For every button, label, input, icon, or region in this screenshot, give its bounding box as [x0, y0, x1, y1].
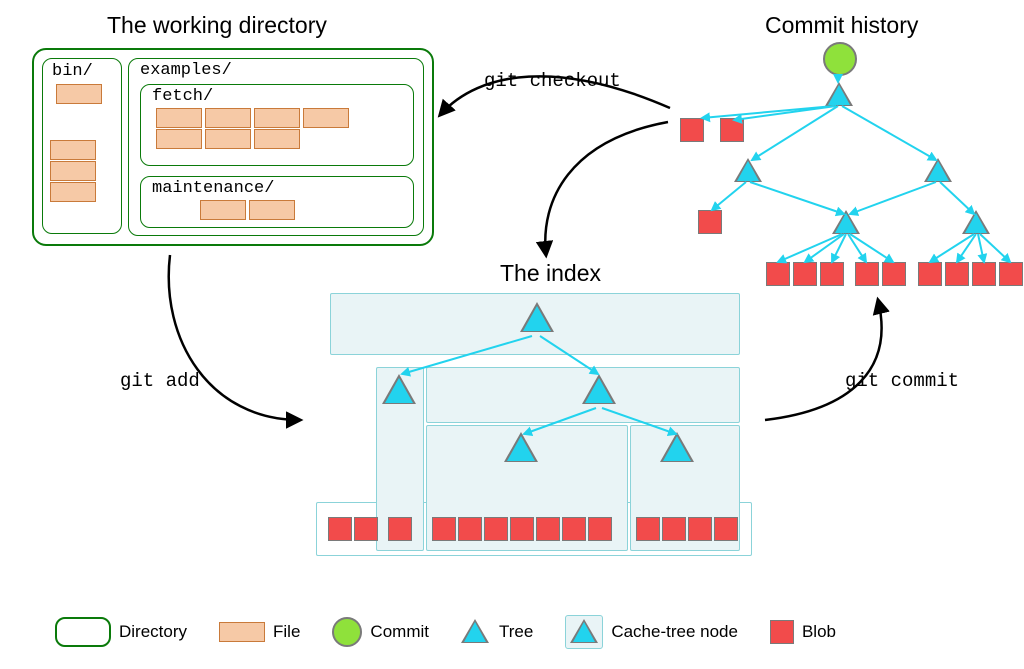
title-index: The index	[500, 260, 601, 287]
blob-icon	[714, 517, 738, 541]
blob-icon	[945, 262, 969, 286]
file-icon	[219, 622, 265, 642]
file-icon	[50, 140, 96, 160]
legend-tree: Tree	[461, 619, 533, 645]
file-icon	[205, 129, 251, 149]
blob-icon	[855, 262, 879, 286]
cache-tree-icon	[565, 615, 603, 649]
label-git-checkout: git checkout	[484, 70, 621, 92]
legend-label: File	[273, 622, 300, 642]
label-git-commit: git commit	[845, 370, 959, 392]
commit-icon	[332, 617, 362, 647]
blob-icon	[328, 517, 352, 541]
blob-icon	[918, 262, 942, 286]
legend-label: Tree	[499, 622, 533, 642]
title-history: Commit history	[765, 12, 918, 39]
dir-label-maintenance: maintenance/	[152, 179, 274, 198]
blob-icon	[562, 517, 586, 541]
blob-icon	[793, 262, 817, 286]
dir-label-examples: examples/	[140, 61, 232, 80]
file-icon	[254, 108, 300, 128]
file-icon	[156, 129, 202, 149]
dir-label-bin: bin/	[52, 62, 93, 81]
blob-icon	[510, 517, 534, 541]
dir-label-fetch: fetch/	[152, 87, 213, 106]
blob-icon	[354, 517, 378, 541]
legend-label: Commit	[370, 622, 429, 642]
blob-icon	[720, 118, 744, 142]
blob-icon	[680, 118, 704, 142]
file-icon	[303, 108, 349, 128]
legend: Directory File Commit Tree Cache-tree no…	[55, 615, 995, 649]
blob-icon	[536, 517, 560, 541]
commit-icon	[823, 42, 857, 76]
blob-icon	[388, 517, 412, 541]
legend-file: File	[219, 622, 300, 642]
file-icon	[254, 129, 300, 149]
legend-label: Blob	[802, 622, 836, 642]
blob-icon	[820, 262, 844, 286]
blob-icon	[662, 517, 686, 541]
diagram-stage: The working directory The index Commit h…	[0, 0, 1024, 669]
file-icon	[50, 161, 96, 181]
blob-icon	[770, 620, 794, 644]
file-icon	[200, 200, 246, 220]
blob-icon	[688, 517, 712, 541]
blob-icon	[458, 517, 482, 541]
file-icon	[205, 108, 251, 128]
blob-icon	[484, 517, 508, 541]
tree-icon	[461, 619, 491, 645]
legend-cache-tree: Cache-tree node	[565, 615, 738, 649]
file-icon	[249, 200, 295, 220]
legend-label: Cache-tree node	[611, 622, 738, 642]
blob-icon	[882, 262, 906, 286]
blob-icon	[432, 517, 456, 541]
blob-icon	[588, 517, 612, 541]
legend-blob: Blob	[770, 620, 836, 644]
file-icon	[156, 108, 202, 128]
blob-icon	[972, 262, 996, 286]
file-icon	[56, 84, 102, 104]
directory-icon	[55, 617, 111, 647]
legend-commit: Commit	[332, 617, 429, 647]
label-git-add: git add	[120, 370, 200, 392]
blob-icon	[766, 262, 790, 286]
blob-icon	[636, 517, 660, 541]
title-working: The working directory	[107, 12, 327, 39]
legend-label: Directory	[119, 622, 187, 642]
file-icon	[50, 182, 96, 202]
blob-icon	[698, 210, 722, 234]
blob-icon	[999, 262, 1023, 286]
legend-directory: Directory	[55, 617, 187, 647]
